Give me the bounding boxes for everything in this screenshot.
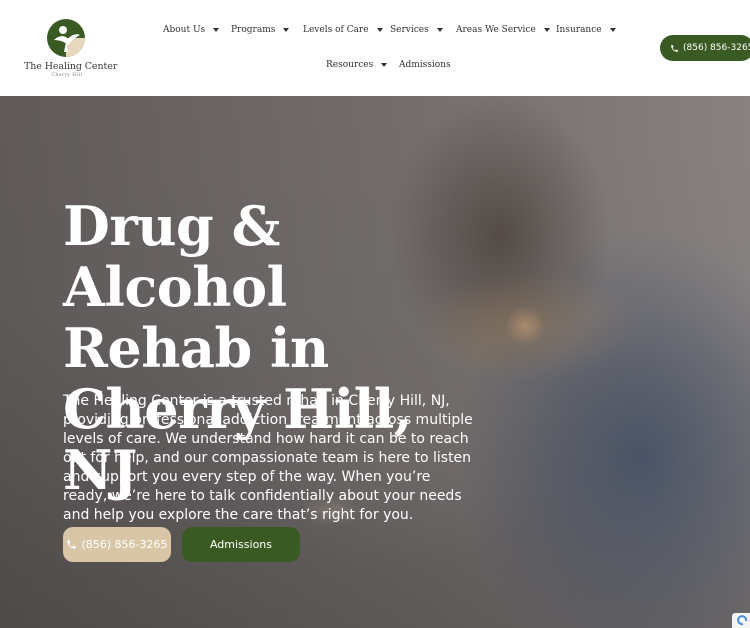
caret-down-icon [436, 28, 443, 32]
header-phone-button[interactable]: (856) 856-3265 [660, 35, 750, 61]
hero-title-line: Drug & Alcohol [63, 194, 287, 319]
nav-item-label: About Us [163, 25, 206, 35]
nav-item-admissions[interactable]: Admissions [399, 57, 451, 73]
recaptcha-badge[interactable] [732, 613, 750, 628]
logo-mark-icon [47, 19, 85, 57]
nav-item-label: Programs [231, 25, 276, 35]
nav-item-label: Levels of Care [303, 25, 369, 35]
logo[interactable]: The Healing Center Cherry Hill [24, 16, 118, 78]
nav-item-programs[interactable]: Programs [231, 22, 290, 38]
header-phone-label: (856) 856-3265 [683, 43, 750, 53]
logo-tagline: Cherry Hill [51, 73, 83, 78]
hero-admissions-button[interactable]: Admissions [182, 527, 300, 562]
hero-phone-button[interactable]: (856) 856-3265 [63, 527, 171, 562]
hero-title-line: Rehab in [63, 316, 329, 380]
nav-item-about-us[interactable]: About Us [163, 22, 220, 38]
hero-section: Drug & Alcohol Rehab in Cherry Hill, NJ … [0, 96, 750, 628]
nav-item-label: Areas We Service [456, 25, 536, 35]
caret-down-icon [609, 28, 616, 32]
caret-down-icon [283, 28, 290, 32]
nav-item-label: Insurance [556, 25, 602, 35]
hero-description: The Healing Center is a trusted rehab in… [63, 393, 473, 523]
caret-down-icon [213, 28, 220, 32]
nav-item-insurance[interactable]: Insurance [556, 22, 616, 38]
caret-down-icon [376, 28, 383, 32]
recaptcha-icon [737, 615, 748, 626]
phone-icon [67, 540, 77, 549]
nav-item-label: Resources [326, 60, 374, 70]
site-header: The Healing Center Cherry Hill About Us … [0, 0, 750, 96]
logo-name: The Healing Center [24, 61, 118, 72]
nav-item-levels-of-care[interactable]: Levels of Care [303, 22, 383, 38]
phone-icon [671, 44, 678, 52]
nav-item-label: Services [390, 25, 429, 35]
hero-admissions-label: Admissions [209, 538, 273, 551]
caret-down-icon [381, 63, 388, 67]
nav-item-resources[interactable]: Resources [326, 57, 388, 73]
nav-item-areas-we-service[interactable]: Areas We Service [456, 22, 550, 38]
nav-item-services[interactable]: Services [390, 22, 443, 38]
nav-item-label: Admissions [399, 60, 451, 70]
hero-phone-label: (856) 856-3265 [81, 538, 168, 551]
caret-down-icon [543, 28, 550, 32]
